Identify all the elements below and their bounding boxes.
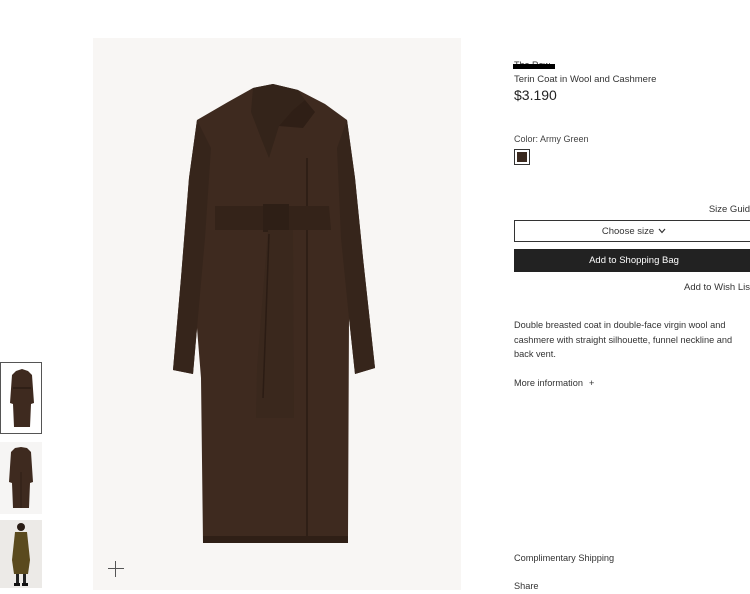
thumbnail-front[interactable] — [0, 362, 42, 434]
chevron-down-icon — [658, 227, 666, 236]
more-information-label: More information — [514, 378, 583, 388]
swatch-fill — [517, 152, 527, 162]
color-swatch[interactable] — [514, 149, 530, 165]
share-link[interactable]: Share — [514, 581, 539, 591]
product-title: Terin Coat in Wool and Cashmere — [514, 74, 657, 85]
thumbnail-back[interactable] — [0, 442, 42, 514]
product-details: The Row Terin Coat in Wool and Cashmere … — [513, 0, 750, 594]
coat-image — [173, 84, 375, 543]
complimentary-shipping: Complimentary Shipping — [514, 553, 615, 563]
color-label: Color: Army Green — [514, 134, 589, 144]
size-guide-link[interactable]: Size Guid — [709, 204, 750, 215]
product-price: $3.190 — [514, 87, 557, 103]
coat-back-thumbnail-image — [9, 447, 33, 508]
model-thumbnail-image — [12, 523, 30, 586]
size-select[interactable]: Choose size — [514, 220, 750, 242]
size-select-label: Choose size — [601, 225, 655, 237]
plus-icon: + — [588, 378, 595, 388]
more-information-toggle[interactable]: More information + — [514, 378, 594, 388]
add-to-wish-list-link[interactable]: Add to Wish Lis — [684, 282, 750, 293]
brand-redaction-bar — [513, 64, 555, 69]
zoom-plus-icon[interactable] — [107, 560, 125, 578]
coat-thumbnail-image — [10, 369, 34, 427]
product-description: Double breasted coat in double-face virg… — [514, 320, 733, 359]
add-to-bag-button[interactable]: Add to Shopping Bag — [514, 249, 750, 272]
main-product-image — [93, 38, 461, 590]
thumbnail-model[interactable] — [0, 520, 42, 588]
